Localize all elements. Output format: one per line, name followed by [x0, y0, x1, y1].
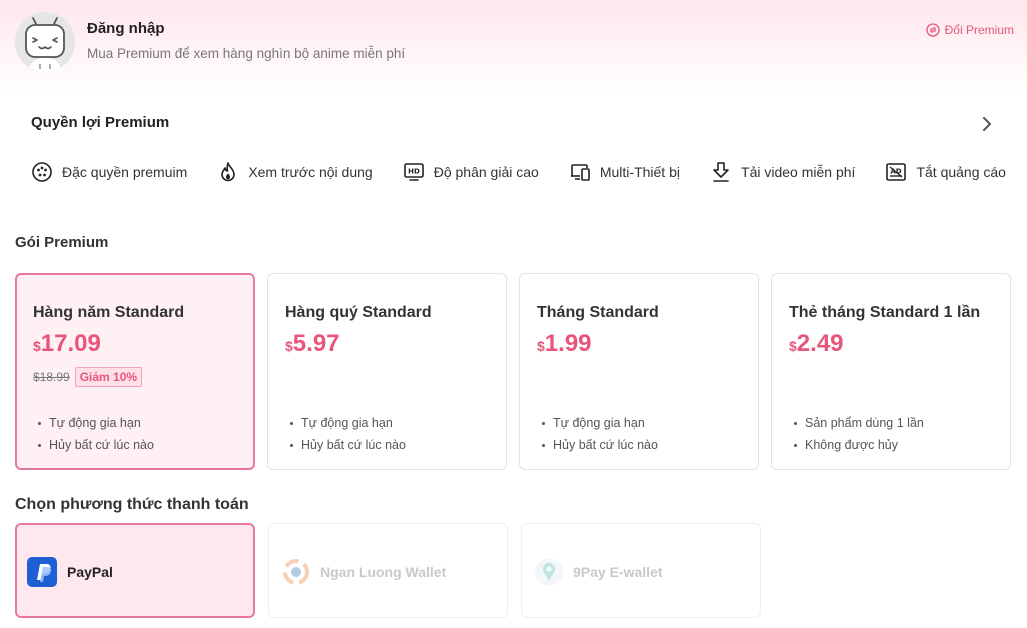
payment-label: 9Pay E-wallet: [573, 564, 663, 580]
login-subtitle: Mua Premium để xem hàng nghìn bộ anime m…: [87, 46, 406, 61]
plan-feature: Tự động gia hạn: [38, 412, 154, 434]
plan-features: Tự động gia hạn Hủy bất cứ lúc nào: [38, 412, 154, 456]
mascot-avatar-icon: [15, 12, 75, 72]
benefits-list: Đặc quyền premuim Xem trước nội dung HD …: [31, 159, 1006, 185]
plan-feature: Sản phẩm dùng 1 lần: [794, 412, 924, 434]
plan-discount-row: $18.99 Giảm 10%: [33, 367, 143, 387]
discount-badge: Giảm 10%: [74, 367, 143, 387]
flame-icon: [221, 162, 236, 182]
payment-label: PayPal: [67, 564, 113, 580]
plan-feature: Hủy bất cứ lúc nào: [38, 434, 154, 456]
plan-card-yearly[interactable]: Hàng năm Standard $17.09 $18.99 Giảm 10%…: [15, 273, 255, 470]
no-ads-icon: AD: [886, 163, 907, 181]
plan-name: Hàng năm Standard: [33, 304, 185, 321]
plan-card-quarterly[interactable]: Hàng quý Standard $5.97 Tự động gia hạn …: [267, 273, 507, 470]
benefit-item-download: Tải video miễn phí: [710, 161, 855, 183]
plan-features: Sản phẩm dùng 1 lần Không được hủy: [794, 412, 924, 456]
redeem-icon: [925, 23, 940, 37]
chevron-right-icon[interactable]: [978, 115, 996, 133]
old-price: $18.99: [33, 370, 70, 384]
payment-title: Chọn phương thức thanh toán: [15, 496, 249, 513]
multi-device-icon: [570, 164, 590, 181]
redeem-premium-button[interactable]: Đổi Premium: [925, 23, 1014, 37]
payment-method-nganluong[interactable]: Ngan Luong Wallet: [268, 523, 508, 618]
plan-price: $17.09: [33, 330, 101, 357]
payment-label: Ngan Luong Wallet: [320, 564, 447, 580]
benefit-label: Tải video miễn phí: [741, 164, 856, 180]
benefit-label: Đặc quyền premuim: [62, 164, 188, 180]
plan-price: $2.49: [789, 330, 844, 357]
paypal-icon: [27, 557, 57, 587]
benefits-title: Quyền lợi Premium: [31, 114, 170, 131]
benefit-item-premium: Đặc quyền premuim: [31, 161, 187, 183]
account-header: Đăng nhập Mua Premium để xem hàng nghìn …: [0, 0, 1027, 96]
plan-price: $5.97: [285, 330, 340, 357]
plans-title: Gói Premium: [15, 234, 109, 251]
nganluong-icon: [283, 559, 309, 585]
plan-features: Tự động gia hạn Hủy bất cứ lúc nào: [290, 412, 406, 456]
redeem-premium-label: Đổi Premium: [944, 23, 1014, 37]
download-icon: [713, 162, 729, 182]
benefit-item-no-ads: AD Tắt quảng cáo: [885, 161, 1006, 183]
benefit-label: Tắt quảng cáo: [916, 164, 1006, 180]
benefit-label: Xem trước nội dung: [248, 164, 373, 180]
plan-feature: Tự động gia hạn: [542, 412, 658, 434]
plan-feature: Tự động gia hạn: [290, 412, 406, 434]
benefit-label: Độ phân giải cao: [433, 164, 539, 180]
plan-feature: Hủy bất cứ lúc nào: [290, 434, 406, 456]
benefit-item-multi-device: Multi-Thiết bị: [569, 161, 680, 183]
payment-method-9pay[interactable]: 9Pay E-wallet: [521, 523, 761, 618]
benefit-item-preview: Xem trước nội dung: [217, 161, 373, 183]
login-link[interactable]: Đăng nhập: [87, 20, 165, 37]
premium-badge-icon: [32, 162, 52, 182]
hd-icon: HD: [403, 163, 424, 181]
plan-features: Tự động gia hạn Hủy bất cứ lúc nào: [542, 412, 658, 456]
svg-text:HD: HD: [408, 168, 420, 176]
payment-method-paypal[interactable]: PayPal: [15, 523, 255, 618]
plan-card-monthly[interactable]: Tháng Standard $1.99 Tự động gia hạn Hủy…: [519, 273, 759, 470]
plan-feature: Không được hủy: [794, 434, 924, 456]
plan-feature: Hủy bất cứ lúc nào: [542, 434, 658, 456]
benefit-item-hd: HD Độ phân giải cao: [403, 161, 539, 183]
plan-name: Hàng quý Standard: [285, 304, 432, 321]
avatar[interactable]: [15, 12, 75, 72]
plan-name: Tháng Standard: [537, 304, 659, 321]
plan-name: Thẻ tháng Standard 1 lần: [789, 304, 981, 321]
plan-price: $1.99: [537, 330, 592, 357]
benefit-label: Multi-Thiết bị: [599, 164, 680, 180]
plan-card-one-time[interactable]: Thẻ tháng Standard 1 lần $2.49 Sản phẩm …: [771, 273, 1011, 470]
9pay-icon: [535, 558, 563, 586]
